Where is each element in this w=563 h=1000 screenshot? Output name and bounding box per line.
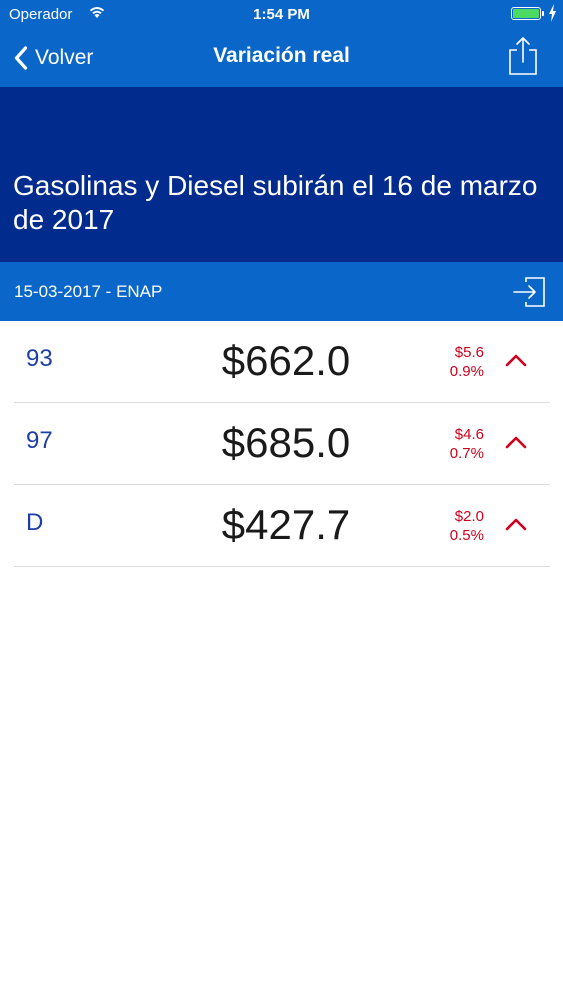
change-percent: 0.5% [449,527,484,544]
charging-bolt-icon [549,4,556,22]
top-area: Operador 1:54 PM Volver Variación real [0,0,563,87]
battery-icon [511,7,541,20]
price-row-93[interactable]: 93 $662.0 $5.6 0.9% [14,321,550,403]
price-variation: $4.6 0.7% [414,425,484,463]
fuel-type-label: D [26,509,44,536]
clock: 1:54 PM [253,6,310,23]
change-amount: $2.0 [454,508,484,525]
source-info-bar: 15-03-2017 - ENAP [0,262,563,321]
change-percent: 0.9% [449,363,484,380]
price-variation: $5.6 0.9% [414,343,484,381]
page-title: Variación real [213,44,350,67]
share-icon[interactable] [506,36,540,76]
fuel-type-label: 97 [26,427,53,454]
change-percent: 0.7% [449,445,484,462]
change-amount: $4.6 [454,426,484,443]
trend-up-icon [505,354,527,367]
status-bar: Operador 1:54 PM [0,0,563,30]
fuel-type-label: 93 [26,345,53,372]
login-icon[interactable] [511,274,547,310]
price-row-d[interactable]: D $427.7 $2.0 0.5% [14,485,550,567]
trend-up-icon [505,436,527,449]
price-value: $662.0 [221,337,351,384]
price-row-97[interactable]: 97 $685.0 $4.6 0.7% [14,403,550,485]
nav-bar: Volver Variación real [0,30,563,87]
price-value: $427.7 [221,501,351,548]
price-list: 93 $662.0 $5.6 0.9% 97 $685.0 $4.6 0.7% … [14,321,550,567]
trend-up-icon [505,518,527,531]
price-value: $685.0 [221,419,351,466]
battery-nub [542,11,544,16]
headline-banner: Gasolinas y Diesel subirán el 16 de marz… [0,87,563,262]
price-variation: $2.0 0.5% [414,507,484,545]
date-source-label: 15-03-2017 - ENAP [14,282,163,301]
headline-text: Gasolinas y Diesel subirán el 16 de marz… [13,170,538,235]
change-amount: $5.6 [454,344,484,361]
